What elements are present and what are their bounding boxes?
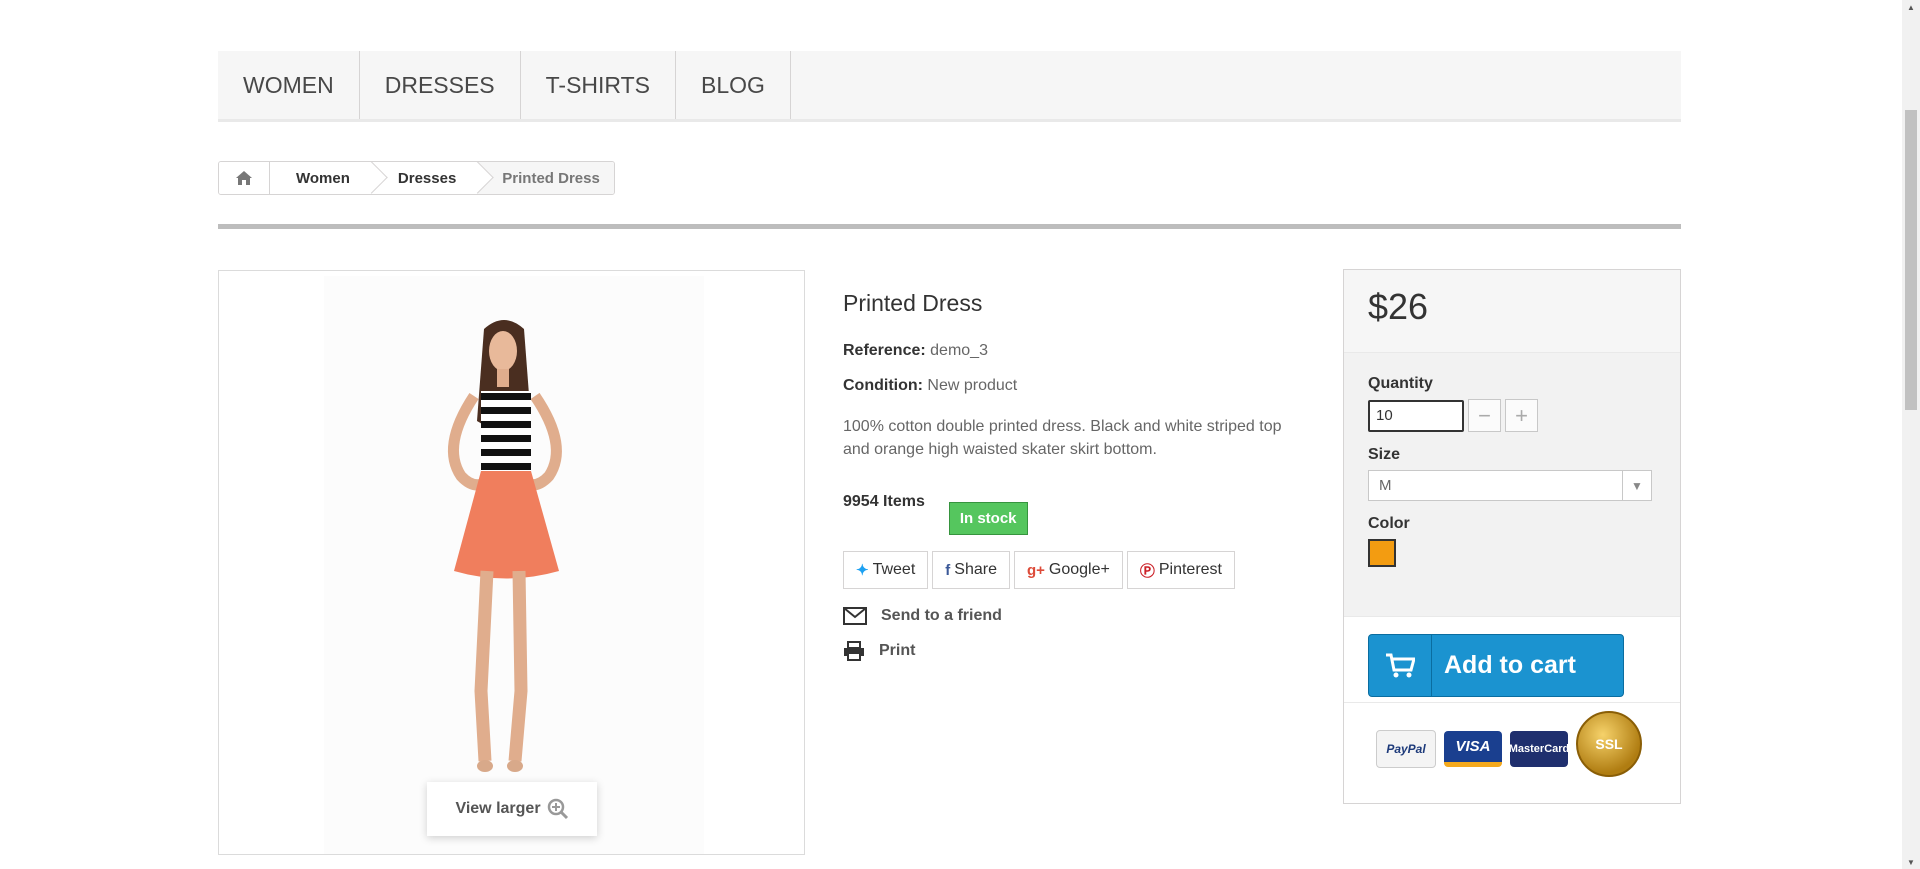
section-divider (218, 224, 1681, 229)
price-area: $26 (1344, 270, 1680, 353)
reference-value: demo_3 (930, 342, 988, 359)
home-icon (236, 171, 252, 185)
size-selected-value: M (1379, 477, 1392, 494)
print-label: Print (879, 642, 916, 659)
quantity-input[interactable]: 10 (1368, 399, 1464, 432)
condition-label: Condition: (843, 377, 923, 394)
twitter-icon: ✦ (856, 562, 869, 579)
attributes-area: Quantity 10 − + Size M ▼ Color (1344, 353, 1680, 617)
google-plus-label: Google+ (1048, 561, 1110, 578)
pinterest-button[interactable]: Ⓟ Pinterest (1126, 551, 1235, 589)
quantity-increase-button[interactable]: + (1505, 399, 1538, 432)
view-larger-button[interactable]: View larger (427, 782, 597, 836)
product-image-box[interactable]: View larger (218, 270, 805, 855)
color-swatch-orange[interactable] (1368, 539, 1396, 567)
printer-icon (844, 641, 864, 661)
share-label: Share (954, 561, 997, 578)
visa-logo: VISA (1444, 731, 1502, 767)
quantity-controls: 10 − + (1368, 399, 1656, 432)
product-description: 100% cotton double printed dress. Black … (843, 418, 1282, 458)
logo-remnant: ​ (270, 0, 530, 8)
product-image (324, 276, 704, 854)
pinterest-label: Pinterest (1158, 561, 1222, 578)
mastercard-logo: MasterCard (1509, 731, 1569, 767)
share-button[interactable]: f Share (932, 551, 1010, 589)
payment-logos: PayPal VISA MasterCard SSL (1344, 703, 1680, 777)
product-price: $26 (1368, 286, 1429, 327)
product-info: Printed Dress Reference: demo_3 Conditio… (843, 290, 1303, 677)
quantity-label: Quantity (1368, 375, 1433, 392)
color-label: Color (1368, 515, 1410, 532)
add-to-cart-button[interactable]: Add to cart (1368, 634, 1624, 697)
tweet-label: Tweet (872, 561, 916, 578)
stock-status-badge: In stock (948, 502, 1028, 535)
breadcrumb-home[interactable] (219, 162, 270, 194)
product-title: Printed Dress (843, 290, 983, 316)
tweet-button[interactable]: ✦ Tweet (843, 551, 929, 589)
paypal-logo: PayPal (1376, 730, 1436, 768)
cart-icon (1369, 635, 1432, 696)
scroll-up-arrow-icon[interactable]: ▲ (1902, 0, 1920, 14)
availability-row: 9954 Items In stock (843, 491, 1303, 535)
quantity-available: 9954 Items (843, 493, 925, 510)
google-plus-button[interactable]: g+ Google+ (1013, 551, 1123, 589)
breadcrumb: Women Dresses Printed Dress (218, 161, 615, 195)
social-share: ✦ Tweet f Share g+ Google+ Ⓟ Pinterest (843, 551, 1303, 589)
reference-row: Reference: demo_3 (843, 342, 1303, 360)
google-plus-icon: g+ (1026, 561, 1045, 579)
condition-row: Condition: New product (843, 377, 1303, 395)
scroll-down-arrow-icon[interactable]: ▼ (1902, 855, 1920, 869)
buy-box: $26 Quantity 10 − + Size M ▼ Color Add t… (1343, 269, 1681, 804)
nav-item-dresses[interactable]: DRESSES (360, 51, 521, 119)
nav-item-tshirts[interactable]: T-SHIRTS (521, 51, 677, 119)
main-navigation: WOMEN DRESSES T-SHIRTS BLOG (218, 51, 1681, 122)
zoom-icon (547, 798, 568, 820)
quantity-decrease-button[interactable]: − (1468, 399, 1501, 432)
nav-item-women[interactable]: WOMEN (218, 51, 360, 119)
view-larger-label: View larger (455, 800, 541, 817)
size-label: Size (1368, 446, 1401, 463)
condition-value: New product (927, 377, 1018, 394)
nav-item-blog[interactable]: BLOG (676, 51, 791, 119)
page-scrollbar[interactable]: ▲ ▼ (1902, 0, 1920, 869)
send-to-friend-link[interactable]: Send to a friend (843, 607, 1303, 625)
add-to-cart-label: Add to cart (1444, 651, 1576, 679)
breadcrumb-current: Printed Dress (478, 162, 614, 194)
facebook-icon: f (945, 561, 951, 579)
pinterest-icon: Ⓟ (1139, 562, 1155, 580)
ssl-badge-icon: SSL (1576, 711, 1642, 777)
scroll-thumb[interactable] (1905, 110, 1917, 410)
reference-label: Reference: (843, 342, 926, 359)
extra-actions: Send to a friend Print (843, 607, 1303, 661)
size-select[interactable]: M ▼ (1368, 470, 1652, 501)
send-to-friend-label: Send to a friend (881, 607, 1002, 624)
print-link[interactable]: Print (843, 641, 1303, 661)
envelope-icon (843, 607, 867, 625)
chevron-down-icon: ▼ (1622, 471, 1651, 500)
cart-area: Add to cart (1344, 617, 1680, 703)
breadcrumb-women[interactable]: Women (270, 162, 372, 194)
breadcrumb-dresses[interactable]: Dresses (371, 162, 479, 194)
